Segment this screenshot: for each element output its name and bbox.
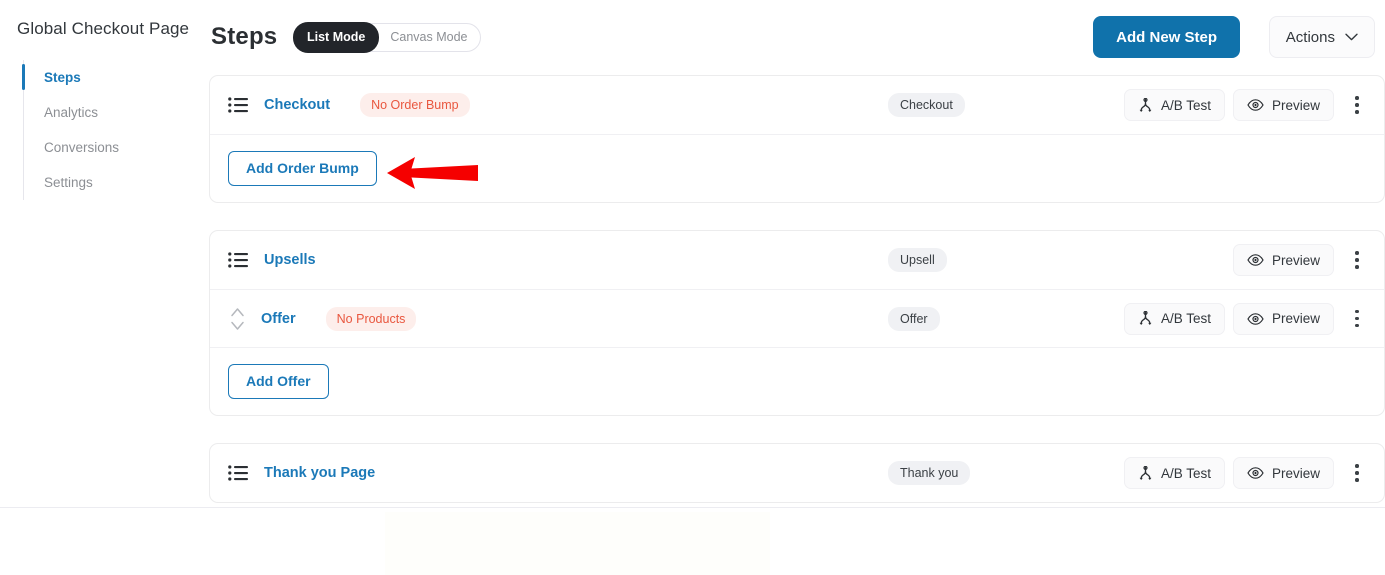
mode-option-list[interactable]: List Mode [293, 22, 380, 53]
step-row-tools: Preview [1232, 244, 1370, 276]
eye-preview-icon [1247, 467, 1264, 479]
sidebar-item-analytics[interactable]: Analytics [24, 95, 193, 130]
step-row-lead: Checkout No Order Bump [228, 93, 470, 117]
step-row-tools: A/B Test Preview [1123, 457, 1370, 489]
row-more-menu-button[interactable] [1344, 245, 1370, 275]
preview-button[interactable]: Preview [1232, 89, 1334, 121]
sidebar-item-conversions[interactable]: Conversions [24, 130, 193, 165]
preview-button-label: Preview [1271, 465, 1320, 481]
step-name-link[interactable]: Thank you Page [264, 465, 375, 481]
chevron-down-icon [1345, 33, 1358, 41]
view-mode-toggle[interactable]: List Mode Canvas Mode [293, 22, 482, 53]
kebab-dot [1355, 471, 1359, 475]
kebab-dot [1355, 103, 1359, 107]
step-type-chip: Checkout [888, 93, 965, 117]
step-type-chip: Thank you [888, 461, 971, 485]
sidebar: Global Checkout Page Steps Analytics Conve… [0, 0, 209, 575]
step-name-link[interactable]: Offer [261, 311, 296, 327]
kebab-dot [1355, 478, 1359, 482]
step-row-lead: Upsells [228, 252, 316, 268]
preview-button-label: Preview [1271, 252, 1320, 268]
step-card: Upsells Upsell Preview Offer No Products [209, 230, 1385, 416]
ab-test-button[interactable]: A/B Test [1123, 302, 1225, 335]
preview-button[interactable]: Preview [1232, 457, 1334, 489]
row-more-menu-button[interactable] [1344, 458, 1370, 488]
list-icon [228, 97, 248, 113]
add-new-step-button[interactable]: Add New Step [1093, 16, 1240, 58]
ab-test-button-label: A/B Test [1160, 97, 1211, 113]
step-row-lead: Offer No Products [228, 306, 417, 332]
sidebar-nav: Steps Analytics Conversions Settings [22, 60, 193, 200]
eye-preview-icon [1247, 312, 1264, 325]
main-content: Steps List Mode Canvas Mode Add New Step… [209, 0, 1385, 575]
ab-test-split-icon [1139, 311, 1152, 325]
kebab-dot [1355, 258, 1359, 262]
kebab-dot [1355, 309, 1359, 314]
ab-test-split-icon [1139, 97, 1152, 112]
step-name-link[interactable]: Upsells [264, 252, 316, 268]
steps-heading: Steps [211, 23, 278, 50]
step-type-chip: Offer [888, 306, 940, 331]
step-row: Checkout No Order Bump Checkout A/B Test… [210, 76, 1384, 134]
actions-label: Actions [1285, 28, 1335, 46]
ab-test-split-icon [1139, 465, 1152, 480]
ab-test-button-label: A/B Test [1160, 465, 1211, 481]
preview-button-label: Preview [1271, 311, 1320, 326]
status-badge: No Order Bump [360, 93, 470, 117]
ab-test-button[interactable]: A/B Test [1123, 89, 1225, 121]
card-action-row: Add Offer [210, 347, 1384, 415]
step-row: Offer No Products Offer A/B Test Preview [210, 289, 1384, 347]
row-more-menu-button[interactable] [1344, 90, 1370, 120]
kebab-dot [1355, 96, 1359, 100]
sort-updown-icon[interactable] [230, 306, 245, 332]
main-header: Steps List Mode Canvas Mode Add New Step… [209, 0, 1385, 75]
ab-test-button-label: A/B Test [1160, 311, 1211, 326]
step-row-tools: A/B Test Preview [1123, 89, 1370, 121]
kebab-dot [1355, 265, 1359, 269]
ab-test-button[interactable]: A/B Test [1123, 457, 1225, 489]
list-icon [228, 252, 248, 268]
kebab-dot [1355, 323, 1359, 328]
sidebar-item-steps[interactable]: Steps [22, 60, 193, 95]
step-name-link[interactable]: Checkout [264, 97, 330, 113]
preview-button-label: Preview [1271, 97, 1320, 113]
mode-option-canvas[interactable]: Canvas Mode [379, 23, 480, 52]
list-icon [228, 465, 248, 481]
row-more-menu-button[interactable] [1344, 304, 1370, 334]
eye-preview-icon [1247, 99, 1264, 111]
step-row-lead: Thank you Page [228, 465, 375, 481]
preview-button[interactable]: Preview [1232, 244, 1334, 276]
kebab-dot [1355, 316, 1359, 321]
actions-dropdown-button[interactable]: Actions [1268, 16, 1375, 58]
step-card: Checkout No Order Bump Checkout A/B Test… [209, 75, 1385, 203]
step-row: Upsells Upsell Preview [210, 231, 1384, 289]
app-root: Global Checkout Page Steps Analytics Conve… [0, 0, 1385, 575]
eye-preview-icon [1247, 254, 1264, 266]
status-badge: No Products [325, 306, 417, 331]
step-card: Thank you Page Thank you A/B Test Previe… [209, 443, 1385, 503]
card-action-button[interactable]: Add Offer [228, 364, 329, 399]
preview-button[interactable]: Preview [1232, 302, 1334, 335]
step-row: Thank you Page Thank you A/B Test Previe… [210, 444, 1384, 502]
card-action-row: Add Order Bump [210, 134, 1384, 202]
kebab-dot [1355, 464, 1359, 468]
kebab-dot [1355, 251, 1359, 255]
sidebar-item-settings[interactable]: Settings [24, 165, 193, 200]
card-action-button[interactable]: Add Order Bump [228, 151, 377, 186]
steps-list: Checkout No Order Bump Checkout A/B Test… [209, 75, 1385, 530]
kebab-dot [1355, 110, 1359, 114]
step-row-tools: A/B Test Preview [1123, 302, 1370, 335]
page-title: Global Checkout Page [17, 19, 190, 38]
step-type-chip: Upsell [888, 248, 947, 272]
